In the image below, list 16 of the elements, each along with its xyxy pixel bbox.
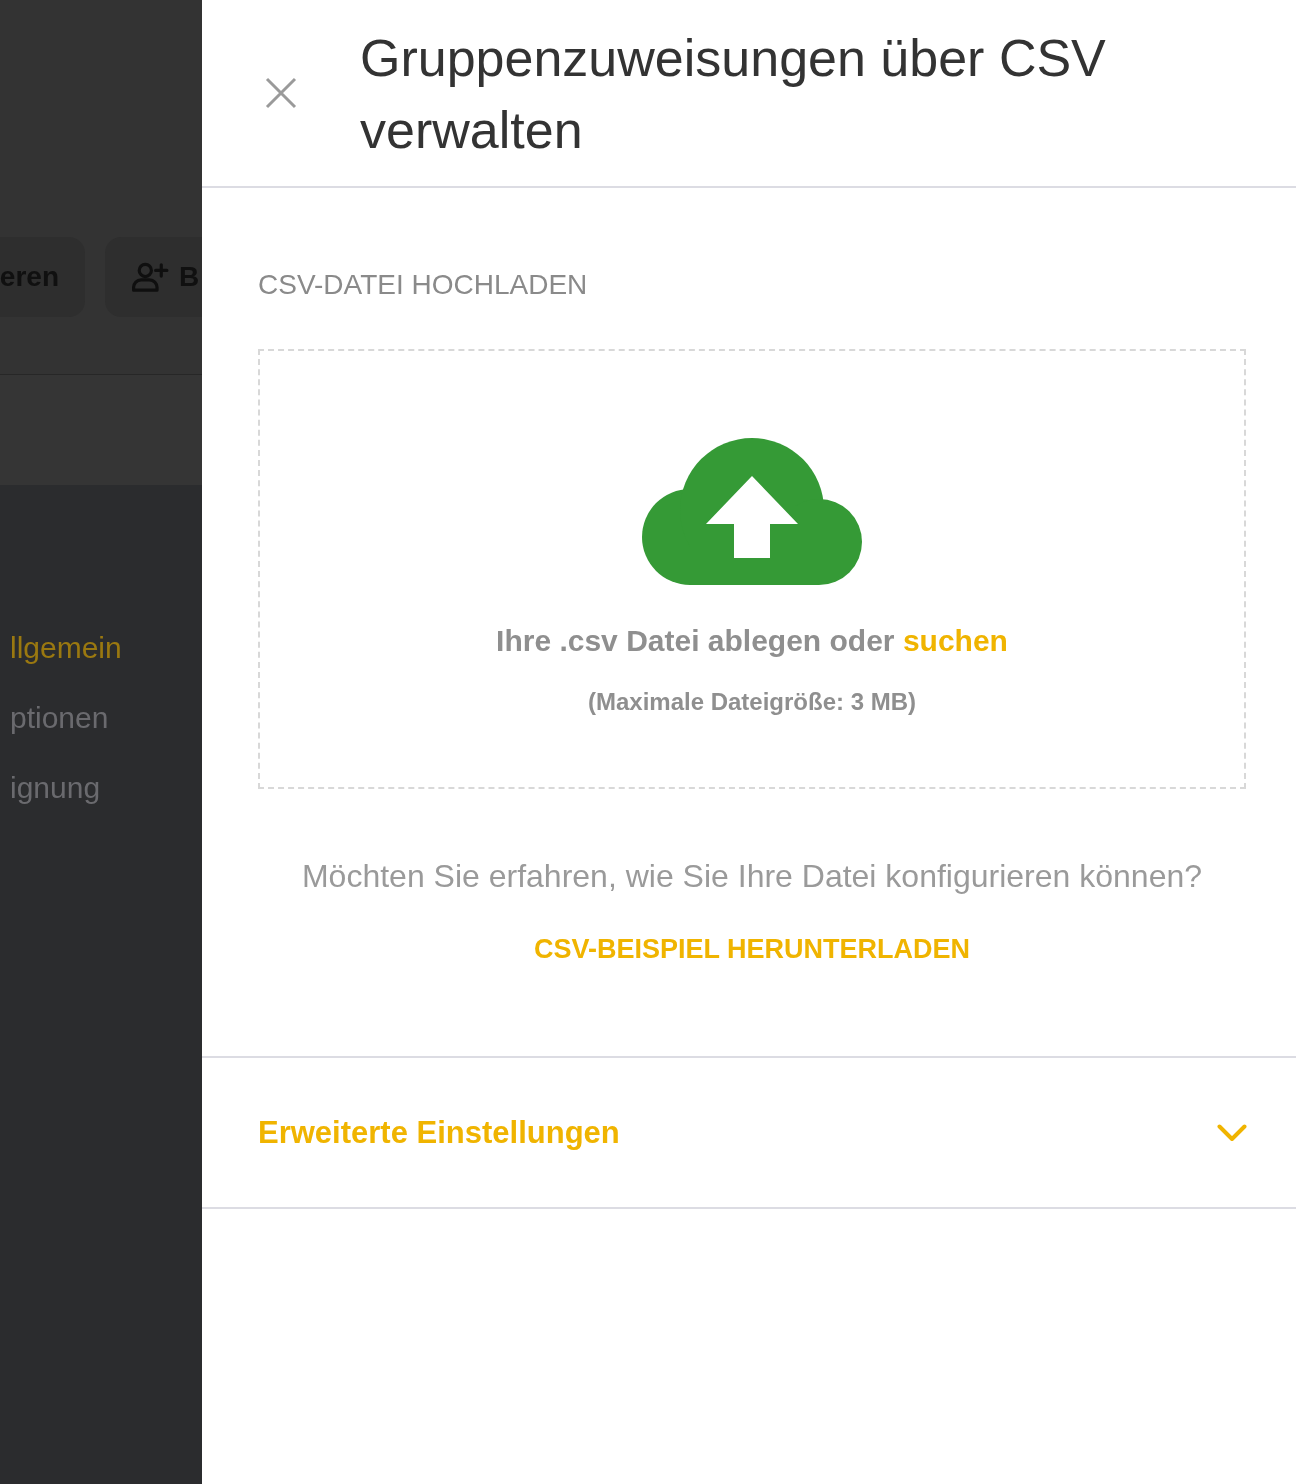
dropzone-prompt: Ihre .csv Datei ablegen oder suchen xyxy=(496,623,1008,659)
section-label: CSV-DATEI HOCHLADEN xyxy=(258,268,588,302)
person-plus-icon xyxy=(131,262,169,292)
help-text: Möchten Sie erfahren, wie Sie Ihre Datei konfigurieren können? xyxy=(301,857,1203,896)
download-link[interactable]: CSV-BEISPIEL HERUNTERLADEN xyxy=(533,931,971,967)
panel-title: Gruppenzuweisungen über CSV verwalten xyxy=(360,28,1107,161)
nav-item[interactable]: ptionen xyxy=(0,698,109,738)
file-dropzone[interactable]: Ihre .csv Datei ablegen oder suchen (Maximale Dateigröße: 3 MB) xyxy=(258,349,1246,789)
browse-link[interactable]: suchen xyxy=(902,624,1008,657)
close-icon xyxy=(265,77,297,109)
file-size-hint: (Maximale Dateigröße: 3 MB) xyxy=(587,687,917,717)
nav-item[interactable]: llgemein xyxy=(0,628,122,668)
cloud-upload-icon xyxy=(642,438,862,585)
nav-item[interactable]: ignung xyxy=(0,768,101,808)
accordion-header[interactable]: Erweiterte Einstellungen xyxy=(202,1056,1296,1209)
close-button[interactable] xyxy=(265,77,297,109)
